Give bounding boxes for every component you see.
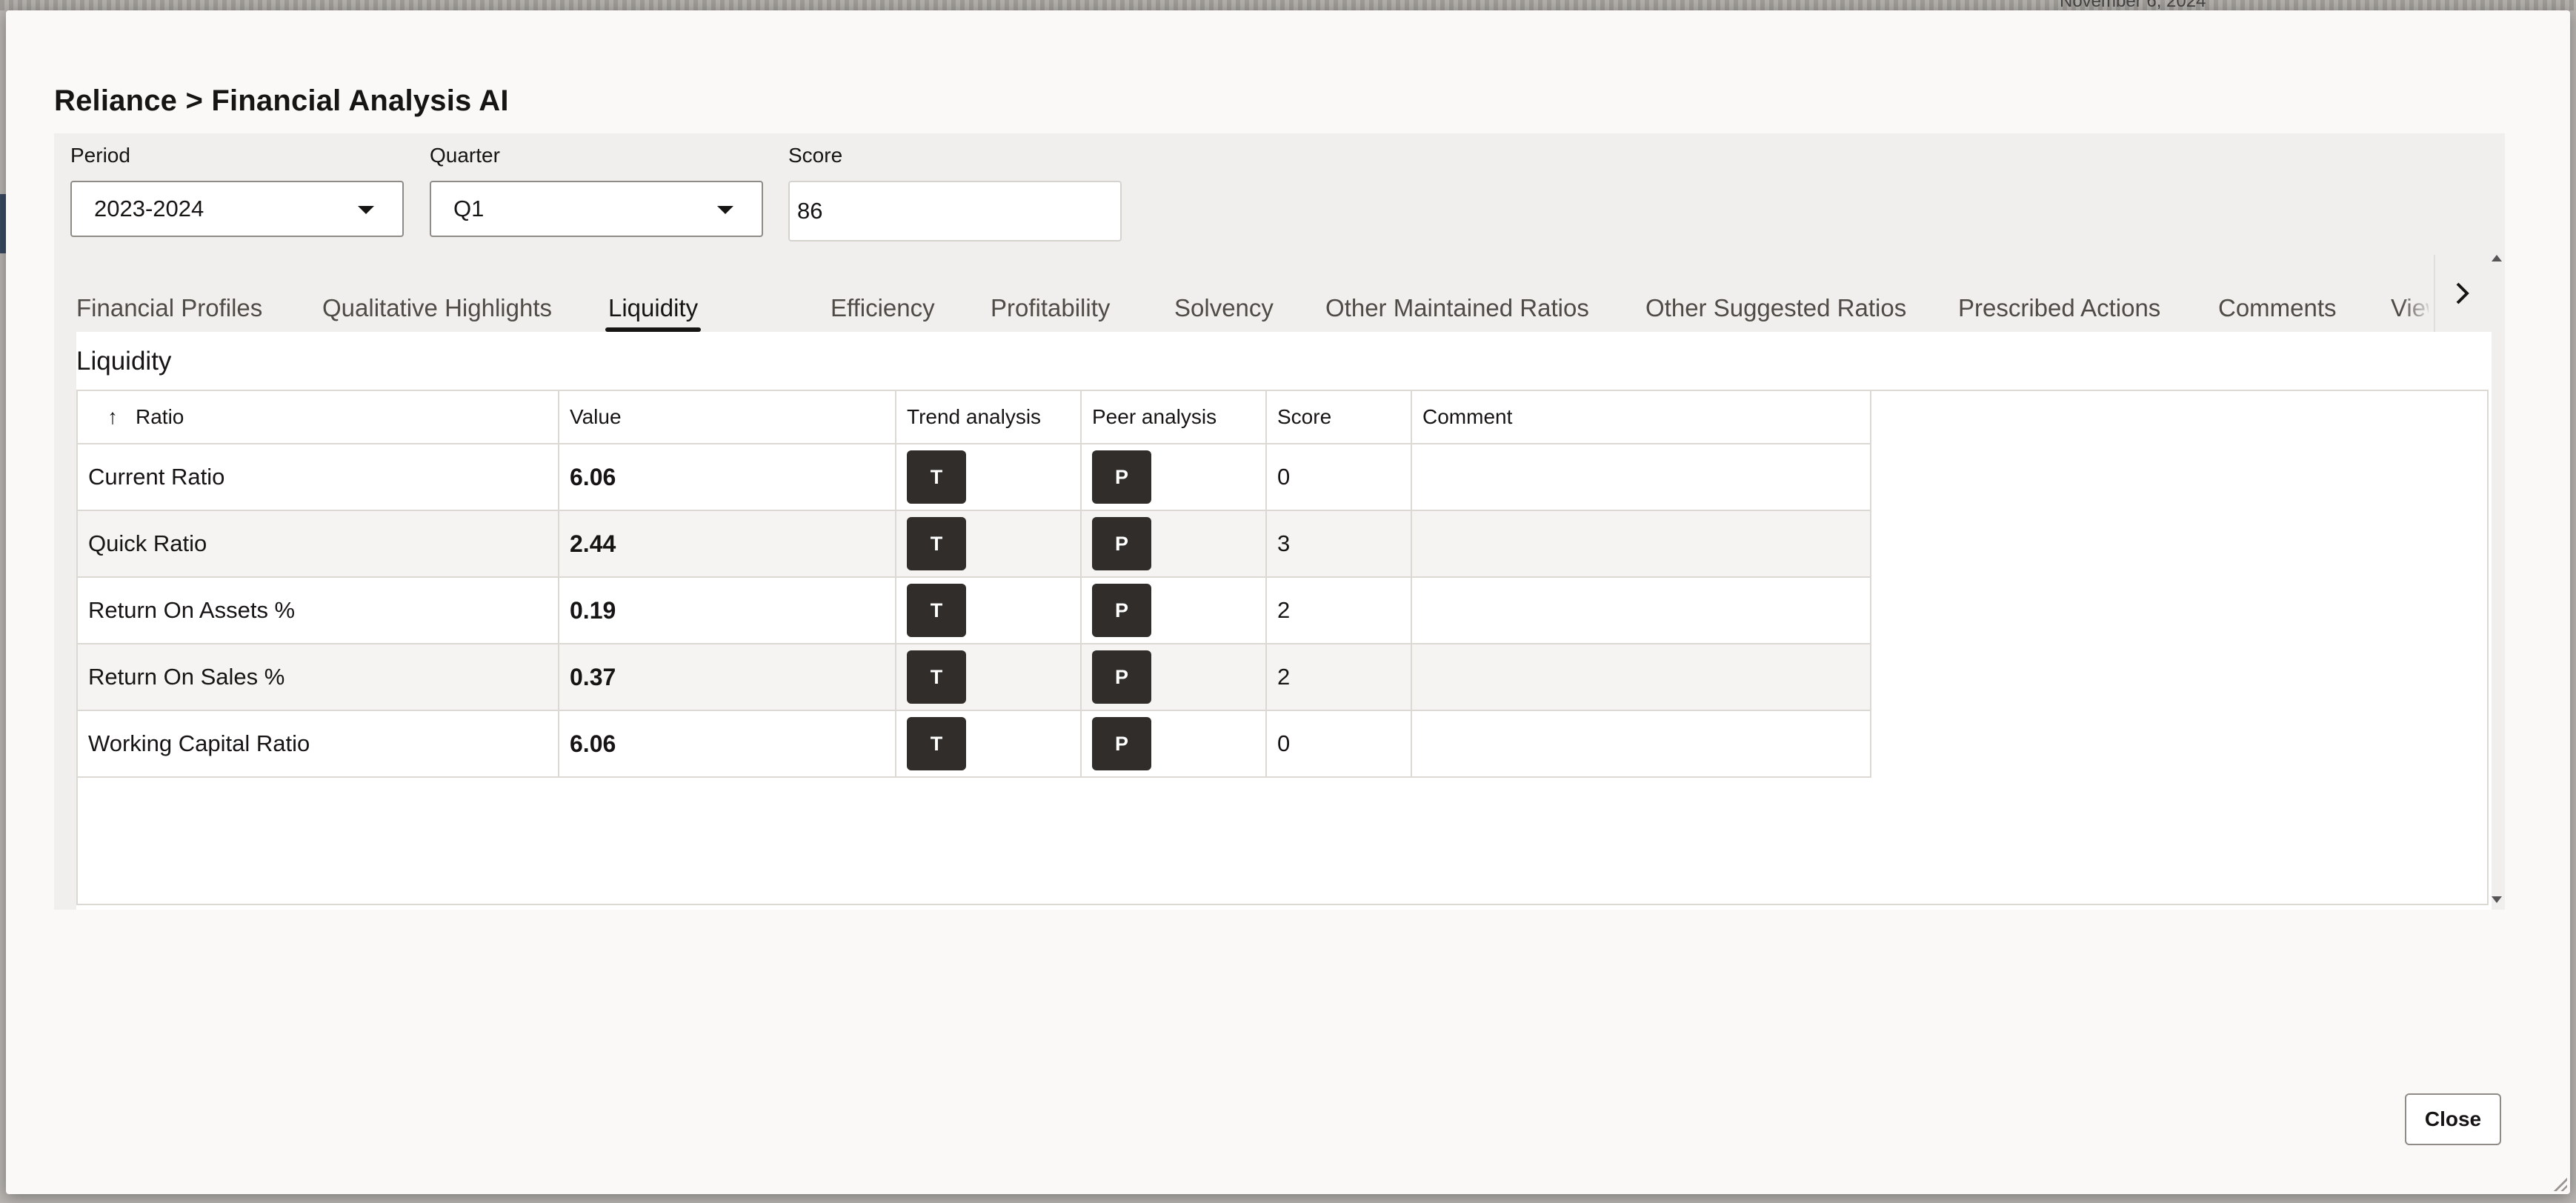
tab-other-maintained-ratios[interactable]: Other Maintained Ratios xyxy=(1325,284,1589,332)
ratio-name: Working Capital Ratio xyxy=(76,710,559,778)
section-title: Liquidity xyxy=(76,347,172,376)
ratio-comment[interactable] xyxy=(1411,576,1871,644)
dialog-title: Reliance > Financial Analysis AI xyxy=(54,84,509,117)
ratio-value: 6.06 xyxy=(558,710,896,778)
table-row[interactable]: Return On Sales % 0.37 T P 2 xyxy=(76,643,1871,711)
period-value: 2023-2024 xyxy=(94,196,204,221)
ratio-score: 0 xyxy=(1265,443,1412,511)
table-row[interactable]: Working Capital Ratio 6.06 T P 0 xyxy=(76,710,1871,778)
ratio-comment[interactable] xyxy=(1411,710,1871,778)
scroll-up-arrow[interactable] xyxy=(2492,255,2502,261)
scroll-down-arrow[interactable] xyxy=(2492,896,2502,903)
ratio-name: Return On Sales % xyxy=(76,643,559,711)
column-header-trend[interactable]: Trend analysis xyxy=(895,390,1082,444)
ratio-name: Current Ratio xyxy=(76,443,559,511)
tab-overflow-fade xyxy=(2400,255,2434,332)
financial-analysis-dialog: Reliance > Financial Analysis AI Period … xyxy=(6,10,2570,1194)
tab-financial-profiles[interactable]: Financial Profiles xyxy=(76,284,262,332)
chevron-right-icon xyxy=(2456,282,2469,304)
resize-grip-icon[interactable] xyxy=(2554,1178,2567,1191)
column-header-peer[interactable]: Peer analysis xyxy=(1080,390,1267,444)
table-header-row: ↑ Ratio Value Trend analysis Peer analysi… xyxy=(76,390,1871,444)
ratio-comment[interactable] xyxy=(1411,643,1871,711)
ratio-score: 2 xyxy=(1265,576,1412,644)
trend-analysis-button[interactable]: T xyxy=(907,717,966,770)
peer-analysis-button[interactable]: P xyxy=(1092,650,1151,704)
tab-comments[interactable]: Comments xyxy=(2218,284,2337,332)
period-select[interactable]: 2023-2024 xyxy=(70,181,404,237)
ratio-value: 2.44 xyxy=(558,510,896,578)
tab-other-suggested-ratios[interactable]: Other Suggested Ratios xyxy=(1645,284,1906,332)
peer-analysis-button[interactable]: P xyxy=(1092,517,1151,570)
table-row[interactable]: Quick Ratio 2.44 T P 3 xyxy=(76,510,1871,578)
trend-analysis-button[interactable]: T xyxy=(907,584,966,637)
chevron-down-icon xyxy=(717,206,733,214)
quarter-value: Q1 xyxy=(453,196,485,221)
score-label: Score xyxy=(788,144,843,167)
quarter-label: Quarter xyxy=(430,144,500,167)
tab-bar: Financial Profiles Qualitative Highlight… xyxy=(76,284,2429,332)
ratio-table: ↑ Ratio Value Trend analysis Peer analysi… xyxy=(76,390,1871,778)
close-button[interactable]: Close xyxy=(2405,1093,2501,1145)
table-row[interactable]: Current Ratio 6.06 T P 0 xyxy=(76,443,1871,511)
column-header-score[interactable]: Score xyxy=(1265,390,1412,444)
column-header-comment[interactable]: Comment xyxy=(1411,390,1871,444)
chevron-down-icon xyxy=(358,206,374,214)
ratio-score: 3 xyxy=(1265,510,1412,578)
ratio-value: 6.06 xyxy=(558,443,896,511)
peer-analysis-button[interactable]: P xyxy=(1092,717,1151,770)
column-header-value[interactable]: Value xyxy=(558,390,896,444)
tab-efficiency[interactable]: Efficiency xyxy=(831,284,935,332)
quarter-select[interactable]: Q1 xyxy=(430,181,763,237)
trend-analysis-button[interactable]: T xyxy=(907,650,966,704)
ratio-comment[interactable] xyxy=(1411,443,1871,511)
score-value: 86 xyxy=(797,198,823,224)
tab-scroll-next-button[interactable] xyxy=(2434,255,2489,332)
score-field[interactable]: 86 xyxy=(788,181,1122,241)
ratio-value: 0.37 xyxy=(558,643,896,711)
ratio-header-label: Ratio xyxy=(136,405,184,428)
peer-analysis-button[interactable]: P xyxy=(1092,584,1151,637)
sort-ascending-icon[interactable]: ↑ xyxy=(107,405,118,429)
tab-liquidity[interactable]: Liquidity xyxy=(605,284,702,332)
table-row[interactable]: Return On Assets % 0.19 T P 2 xyxy=(76,576,1871,644)
peer-analysis-button[interactable]: P xyxy=(1092,450,1151,504)
ratio-value: 0.19 xyxy=(558,576,896,644)
tab-solvency[interactable]: Solvency xyxy=(1174,284,1274,332)
trend-analysis-button[interactable]: T xyxy=(907,450,966,504)
trend-analysis-button[interactable]: T xyxy=(907,517,966,570)
ratio-name: Quick Ratio xyxy=(76,510,559,578)
tab-qualitative-highlights[interactable]: Qualitative Highlights xyxy=(322,284,552,332)
ratio-comment[interactable] xyxy=(1411,510,1871,578)
liquidity-panel: Liquidity ↑ Ratio Value Trend analysis Pe… xyxy=(76,332,2492,910)
period-label: Period xyxy=(70,144,130,167)
ratio-score: 0 xyxy=(1265,710,1412,778)
ratio-name: Return On Assets % xyxy=(76,576,559,644)
column-header-ratio[interactable]: ↑ Ratio xyxy=(76,390,559,444)
tab-prescribed-actions[interactable]: Prescribed Actions xyxy=(1958,284,2160,332)
background-left-tab xyxy=(0,194,6,253)
tab-profitability[interactable]: Profitability xyxy=(991,284,1110,332)
ratio-score: 2 xyxy=(1265,643,1412,711)
